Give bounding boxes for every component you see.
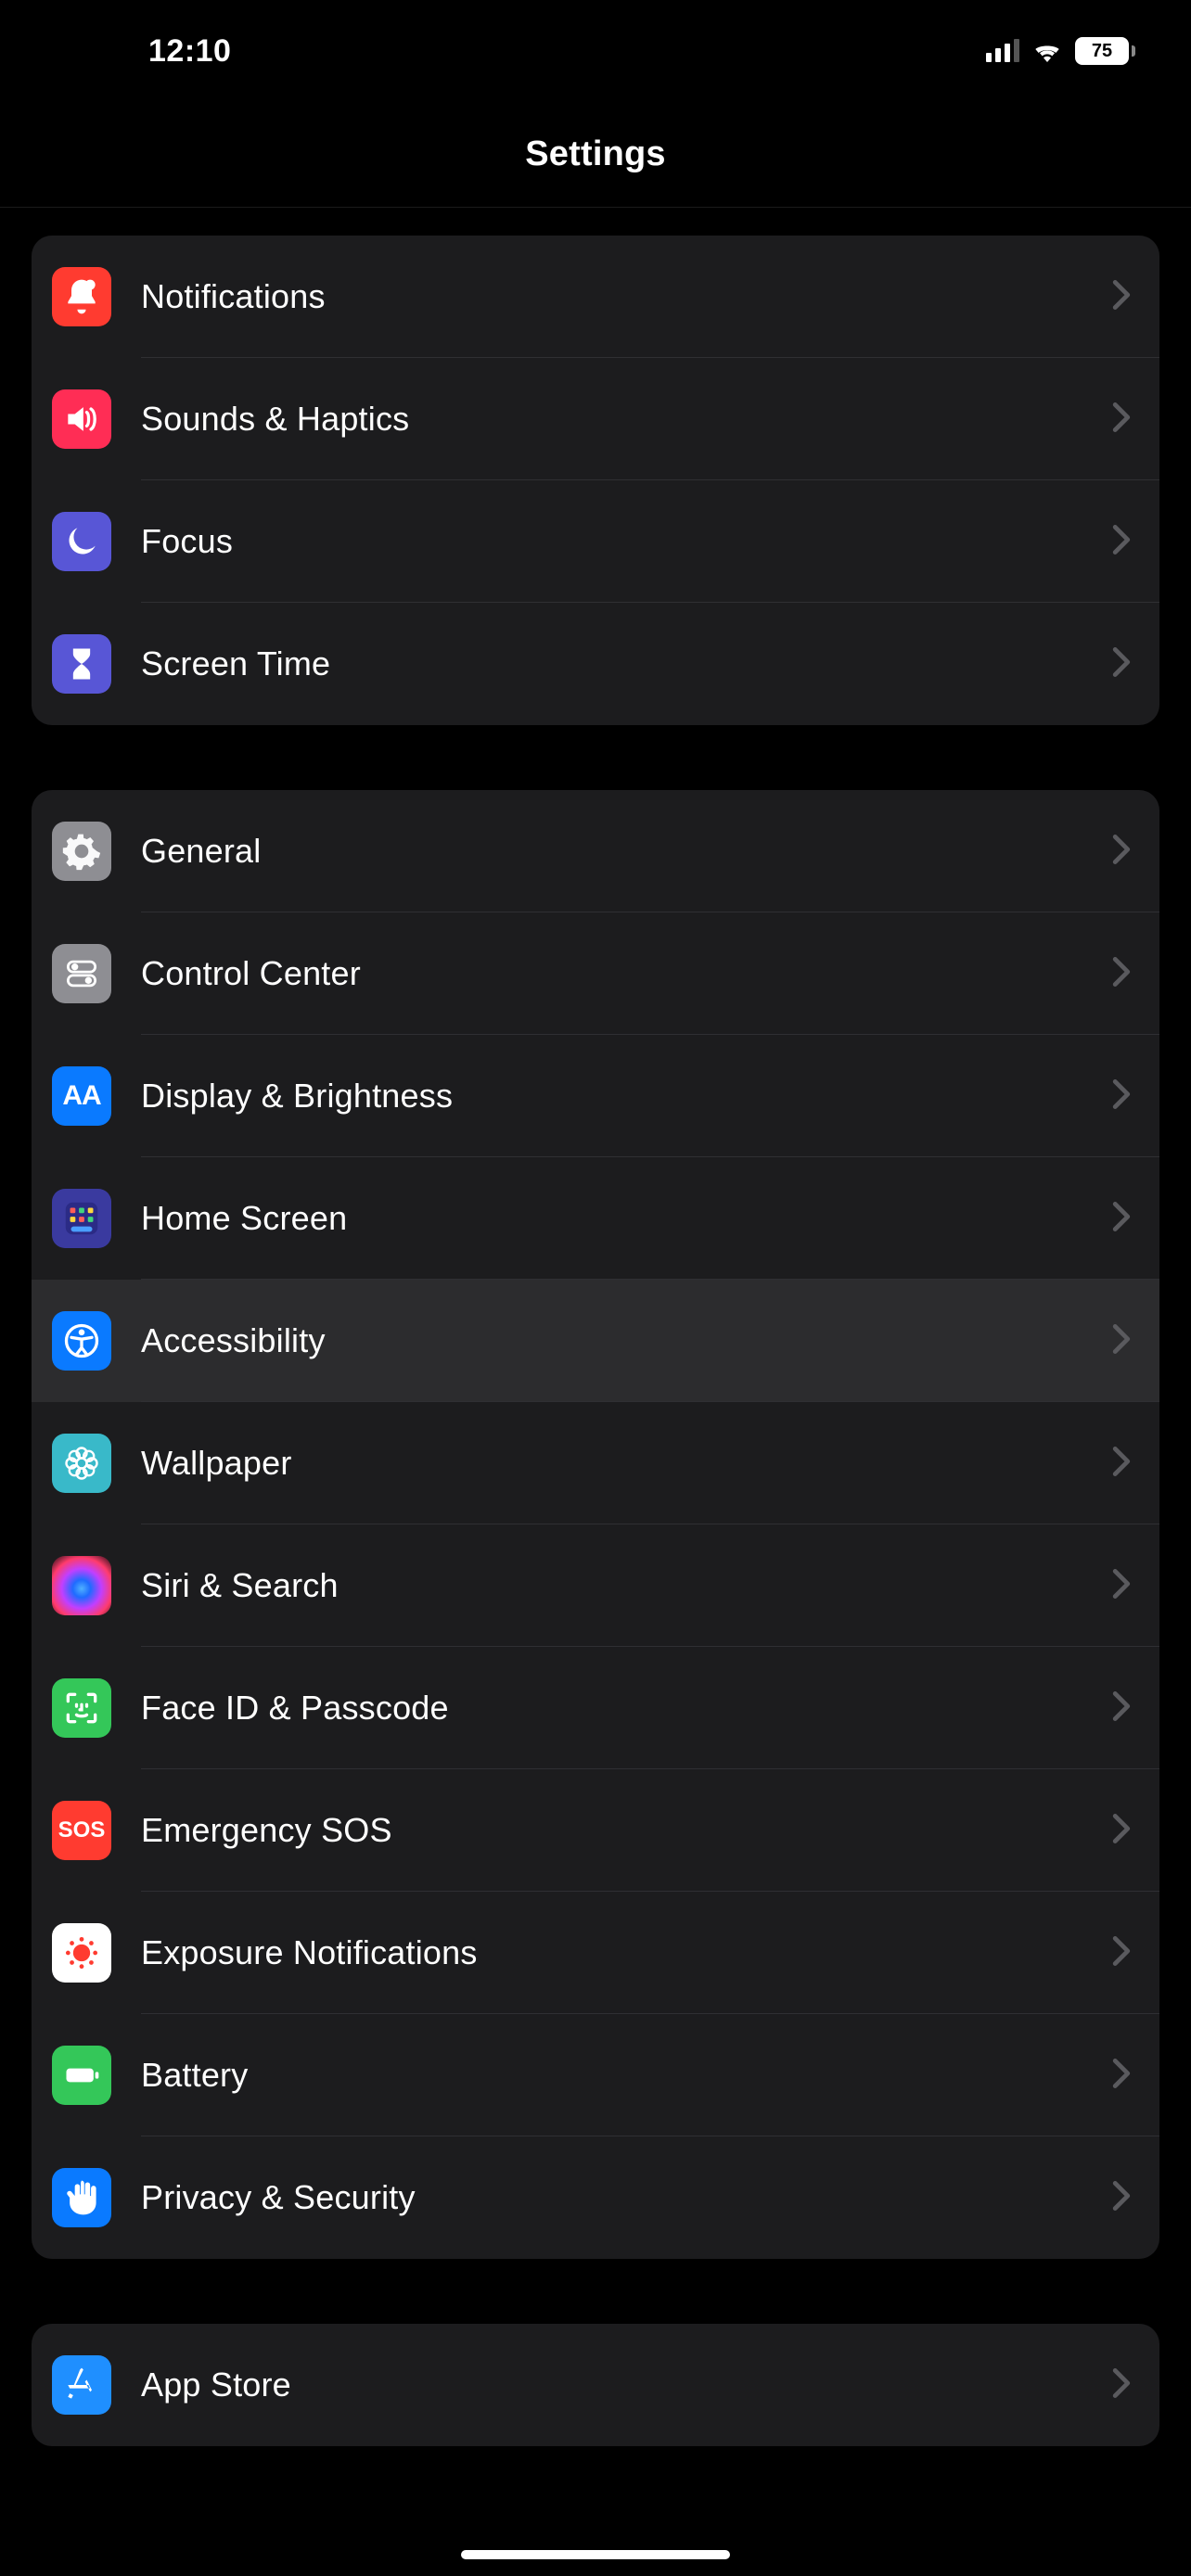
row-label: Focus	[141, 522, 1111, 561]
row-label: Siri & Search	[141, 1566, 1111, 1605]
chevron-right-icon	[1111, 2367, 1132, 2404]
grid-icon	[52, 1189, 111, 1248]
chevron-right-icon	[1111, 524, 1132, 560]
chevron-right-icon	[1111, 646, 1132, 682]
status-indicators: 75	[986, 37, 1135, 65]
settings-row-emergency-sos[interactable]: SOS Emergency SOS	[32, 1769, 1159, 1892]
wifi-icon	[1032, 40, 1062, 62]
settings-row-control-center[interactable]: Control Center	[32, 912, 1159, 1035]
chevron-right-icon	[1111, 2058, 1132, 2094]
settings-row-siri-search[interactable]: Siri & Search	[32, 1524, 1159, 1647]
settings-row-home-screen[interactable]: Home Screen	[32, 1157, 1159, 1280]
nav-header: Settings	[0, 102, 1191, 208]
settings-row-general[interactable]: General	[32, 790, 1159, 912]
cellular-signal-icon	[986, 40, 1019, 62]
chevron-right-icon	[1111, 1078, 1132, 1115]
hourglass-icon	[52, 634, 111, 694]
speaker-icon	[52, 389, 111, 449]
chevron-right-icon	[1111, 402, 1132, 438]
chevron-right-icon	[1111, 1201, 1132, 1237]
settings-group: App Store	[32, 2324, 1159, 2446]
flower-icon	[52, 1434, 111, 1493]
hand-icon	[52, 2168, 111, 2227]
page-title: Settings	[525, 134, 666, 174]
settings-row-exposure-notifications[interactable]: Exposure Notifications	[32, 1892, 1159, 2014]
exposure-icon	[52, 1923, 111, 1983]
status-bar: 12:10 75	[0, 0, 1191, 102]
chevron-right-icon	[1111, 1935, 1132, 1971]
row-label: Wallpaper	[141, 1444, 1111, 1483]
row-label: Screen Time	[141, 644, 1111, 683]
gear-icon	[52, 822, 111, 881]
moon-icon	[52, 512, 111, 571]
settings-group: General Control Center AA Display & Brightn…	[32, 790, 1159, 2259]
row-label: Accessibility	[141, 1321, 1111, 1360]
row-label: Home Screen	[141, 1199, 1111, 1238]
row-label: Battery	[141, 2056, 1111, 2095]
settings-row-accessibility[interactable]: Accessibility	[32, 1280, 1159, 1402]
settings-row-privacy-security[interactable]: Privacy & Security	[32, 2136, 1159, 2259]
row-label: Sounds & Haptics	[141, 400, 1111, 439]
toggles-icon	[52, 944, 111, 1003]
row-label: Notifications	[141, 277, 1111, 316]
chevron-right-icon	[1111, 1323, 1132, 1359]
settings-row-app-store[interactable]: App Store	[32, 2324, 1159, 2446]
row-label: Display & Brightness	[141, 1077, 1111, 1116]
chevron-right-icon	[1111, 1690, 1132, 1727]
battery-indicator: 75	[1075, 37, 1135, 65]
row-label: Privacy & Security	[141, 2178, 1111, 2217]
status-time: 12:10	[148, 33, 231, 70]
chevron-right-icon	[1111, 1813, 1132, 1849]
row-label: App Store	[141, 2366, 1111, 2404]
row-label: General	[141, 832, 1111, 871]
sos-icon: SOS	[52, 1801, 111, 1860]
battery-level: 75	[1092, 41, 1112, 62]
row-label: Control Center	[141, 954, 1111, 993]
settings-row-wallpaper[interactable]: Wallpaper	[32, 1402, 1159, 1524]
row-label: Face ID & Passcode	[141, 1689, 1111, 1728]
faceid-icon	[52, 1678, 111, 1738]
bell-icon	[52, 267, 111, 326]
chevron-right-icon	[1111, 834, 1132, 870]
aa-icon: AA	[52, 1066, 111, 1126]
settings-row-display-brightness[interactable]: AA Display & Brightness	[32, 1035, 1159, 1157]
chevron-right-icon	[1111, 2180, 1132, 2216]
settings-row-faceid-passcode[interactable]: Face ID & Passcode	[32, 1647, 1159, 1769]
settings-list: Notifications Sounds & Haptics Focus Screen…	[0, 208, 1191, 2446]
settings-group: Notifications Sounds & Haptics Focus Screen…	[32, 236, 1159, 725]
appstore-icon	[52, 2355, 111, 2415]
accessibility-icon	[52, 1311, 111, 1371]
chevron-right-icon	[1111, 1446, 1132, 1482]
row-label: Exposure Notifications	[141, 1933, 1111, 1972]
home-indicator[interactable]	[461, 2550, 730, 2559]
battery-icon	[52, 2046, 111, 2105]
settings-row-notifications[interactable]: Notifications	[32, 236, 1159, 358]
siri-icon	[52, 1556, 111, 1615]
chevron-right-icon	[1111, 956, 1132, 992]
row-label: Emergency SOS	[141, 1811, 1111, 1850]
settings-row-screen-time[interactable]: Screen Time	[32, 603, 1159, 725]
settings-row-battery[interactable]: Battery	[32, 2014, 1159, 2136]
settings-row-focus[interactable]: Focus	[32, 480, 1159, 603]
chevron-right-icon	[1111, 279, 1132, 315]
settings-row-sounds-haptics[interactable]: Sounds & Haptics	[32, 358, 1159, 480]
chevron-right-icon	[1111, 1568, 1132, 1604]
